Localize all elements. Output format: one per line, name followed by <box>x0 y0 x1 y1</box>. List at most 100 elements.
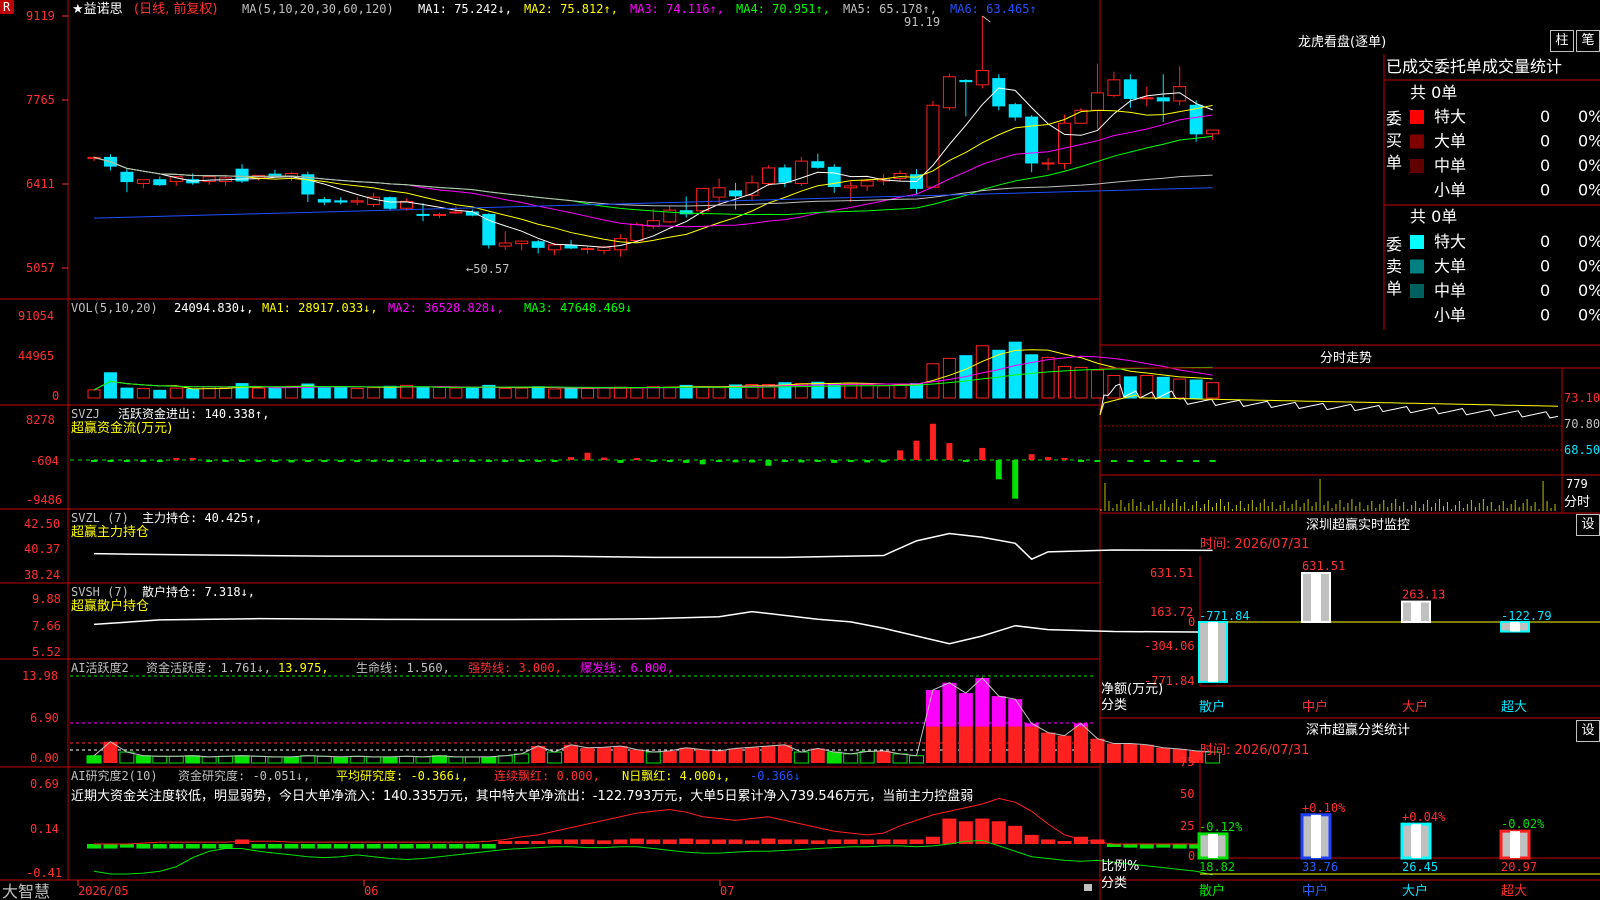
fund-flow-bar <box>913 440 920 460</box>
fund-flow-bar <box>91 460 97 462</box>
lhkp-tabs[interactable]: 已成交委托单成交量统计 <box>1386 57 1562 76</box>
stats-change: +0.10% <box>1302 801 1346 815</box>
ai2-item-4: N日飘红: 4.000↓, <box>622 768 730 783</box>
svzj-ytick-3: -9486 <box>26 493 62 507</box>
research-bar <box>350 844 365 849</box>
bar-mode-button[interactable]: 柱 <box>1550 30 1574 52</box>
ai2-ytick-2: 0.14 <box>30 822 59 836</box>
candle-body <box>136 179 150 184</box>
ai1-item-1: 资金活跃度: 1.761↓, <box>146 660 271 675</box>
research-bar <box>481 844 496 849</box>
activity-bar <box>859 750 875 764</box>
activity-bar <box>119 751 135 764</box>
buy-row-pct: 0% <box>1578 107 1600 126</box>
activity-bar <box>1123 743 1138 763</box>
tick-mode-button[interactable]: 笔 <box>1576 30 1600 52</box>
fund-flow-bar <box>568 457 575 460</box>
kline-high-label: 91.19 <box>904 15 940 29</box>
ai2-label: AI研究度2(10) <box>71 768 158 783</box>
volume-bar <box>860 383 874 399</box>
fund-flow-bar <box>551 460 558 462</box>
candle-body <box>416 213 430 216</box>
activity-bar <box>909 755 924 764</box>
activity-bar <box>481 756 497 764</box>
fund-flow-bar <box>600 457 607 460</box>
activity-bar <box>580 747 595 763</box>
research-bar <box>267 844 282 849</box>
research-bar <box>942 818 957 844</box>
fund-flow-bar <box>1061 458 1068 460</box>
ai2-item-3: 连续飘红: 0.000, <box>494 768 600 783</box>
activity-bar <box>464 756 480 764</box>
fund-flow-bar <box>337 460 344 462</box>
volume-bar <box>219 387 233 399</box>
research-bar <box>498 841 513 844</box>
volume-bar <box>465 387 479 399</box>
research-bar <box>202 844 217 849</box>
candle-body <box>1140 97 1154 100</box>
stats-bar-highlight <box>1311 814 1321 858</box>
volume-bar <box>432 386 446 399</box>
fund-flow-bar <box>1209 460 1216 462</box>
fund-flow-bar <box>140 460 147 462</box>
candle-body <box>778 167 792 183</box>
research-bar <box>860 839 875 844</box>
sell-row-count: 0 <box>1540 257 1550 276</box>
intraday-title: 分时走势 <box>1320 350 1372 366</box>
candle-body <box>959 79 973 83</box>
research-bar <box>564 839 579 844</box>
research-bar <box>1123 844 1138 848</box>
volume-bar <box>1041 356 1055 399</box>
fund-flow-bar <box>732 460 739 463</box>
fund-flow-bar <box>173 458 180 460</box>
activity-bar <box>793 751 809 764</box>
monitor-settings-button[interactable]: 设 <box>1576 514 1600 536</box>
research-bar <box>925 836 940 844</box>
ai2-ytick-1: 0.69 <box>30 777 59 791</box>
sell-row-label: 大单 <box>1434 257 1466 276</box>
research-bar <box>679 838 694 844</box>
fund-flow-bar <box>354 460 361 462</box>
activity-bar <box>892 753 908 764</box>
activity-bar <box>431 755 447 764</box>
activity-bar <box>975 726 990 763</box>
intraday-time-label: 分时 <box>1564 495 1590 510</box>
fund-flow-bar <box>387 460 394 462</box>
monitor-time: 时间: 2026/07/31 <box>1200 537 1309 552</box>
ai1-item-5: 爆发线: 6.000, <box>580 660 674 675</box>
volume-bar <box>334 386 348 399</box>
research-bar <box>1172 844 1187 849</box>
volume-bar <box>1025 354 1039 399</box>
stats-category: 中户 <box>1302 883 1328 899</box>
stats-settings-button[interactable]: 设 <box>1576 720 1600 742</box>
research-bar <box>777 839 792 844</box>
fund-flow-bar <box>370 460 377 462</box>
svzj-sub: 超赢资金流(万元) <box>71 420 172 436</box>
candle-body <box>498 242 512 247</box>
research-bar <box>662 839 677 844</box>
buy-row-label: 大单 <box>1434 132 1466 151</box>
activity-bar <box>415 756 431 764</box>
buy-row-pct: 0% <box>1578 132 1600 151</box>
volume-bar <box>548 388 562 399</box>
monitor-bar-highlight <box>1311 573 1321 622</box>
lock-icon[interactable] <box>1084 884 1092 891</box>
svsh-sub: 超赢散户持仓 <box>71 598 149 614</box>
ai1-item-4: 强势线: 3.000, <box>468 661 562 675</box>
fund-flow-bar <box>1176 460 1183 462</box>
buy-row-pct: 0% <box>1578 156 1600 175</box>
volume-bar <box>350 388 364 399</box>
svzl-label: SVZL (7) <box>71 511 129 525</box>
svzj-ytick-1: 8278 <box>26 413 55 427</box>
research-bar <box>169 844 184 849</box>
research-bar <box>596 840 611 844</box>
research-bar <box>185 844 200 849</box>
svsh-label: SVSH (7) <box>71 585 129 599</box>
fund-flow-bar <box>452 460 459 462</box>
candle-body <box>975 70 989 86</box>
candle-body <box>630 223 644 242</box>
x-label-2: 06 <box>364 884 378 898</box>
svzj-ytick-2: -604 <box>30 454 59 468</box>
fund-flow-bar <box>1012 460 1019 499</box>
activity-bar <box>300 755 316 764</box>
